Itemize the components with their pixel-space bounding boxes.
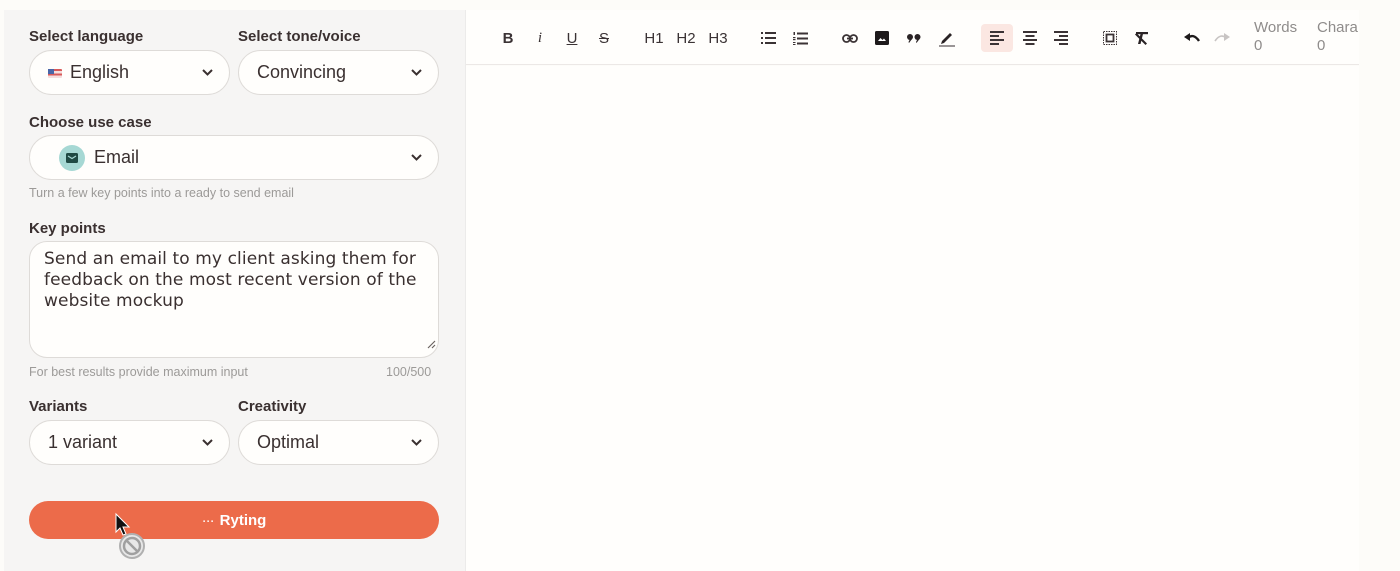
key-points-hint: For best results provide maximum input (29, 365, 248, 379)
not-allowed-cursor-icon (114, 512, 150, 567)
variants-label: Variants (29, 398, 88, 415)
loading-dots-icon: ··· (201, 511, 215, 529)
bullet-list-icon[interactable] (758, 24, 778, 52)
strikethrough-button[interactable]: S (596, 24, 612, 52)
language-value: English (70, 62, 130, 82)
tone-value: Convincing (257, 62, 347, 82)
use-case-hint: Turn a few key points into a ready to se… (29, 186, 294, 200)
quote-icon[interactable] (904, 24, 924, 52)
sidebar: Select language English Select tone/voic… (4, 10, 466, 571)
use-case-select[interactable]: Email (29, 135, 439, 180)
key-points-value: Send an email to my client asking them f… (44, 249, 417, 311)
use-case-value: Email (94, 147, 140, 167)
app: Select language English Select tone/voic… (0, 0, 1400, 571)
resize-handle-icon[interactable] (426, 334, 436, 355)
variants-select[interactable]: 1 variant (29, 420, 230, 465)
generate-button-label: Ryting (219, 511, 267, 529)
undo-icon[interactable] (1182, 24, 1202, 52)
heading3-button[interactable]: H3 (706, 24, 730, 52)
characters-count: 0 (1317, 37, 1326, 54)
chevron-down-icon (410, 67, 422, 79)
editor-toolbar: B i U S H1 H2 H3 Words 0 Chara 0 (466, 10, 1359, 65)
italic-button[interactable]: i (534, 24, 546, 52)
redo-icon[interactable] (1212, 24, 1232, 52)
use-case-label: Choose use case (29, 114, 152, 131)
link-icon[interactable] (840, 24, 860, 52)
language-value-wrap: English (48, 62, 201, 83)
chevron-down-icon (201, 67, 213, 79)
language-label: Select language (29, 28, 144, 45)
align-center-button[interactable] (1020, 24, 1040, 52)
chevron-down-icon (201, 437, 213, 449)
highlight-pen-icon[interactable] (936, 24, 958, 52)
editor-content-area[interactable] (466, 66, 1359, 571)
us-flag-icon (48, 68, 62, 78)
variants-value: 1 variant (48, 432, 118, 452)
align-right-button[interactable] (1051, 24, 1071, 52)
language-select[interactable]: English (29, 50, 230, 95)
characters-counter: Chara 0 (1317, 19, 1359, 55)
bold-button[interactable]: B (500, 24, 516, 52)
tone-select[interactable]: Convincing (238, 50, 439, 95)
numbered-list-icon[interactable] (790, 24, 810, 52)
characters-label: Chara (1317, 19, 1358, 36)
chevron-down-icon (410, 437, 422, 449)
chevron-down-icon (410, 152, 422, 164)
words-label: Words (1254, 19, 1298, 36)
image-icon[interactable] (872, 24, 892, 52)
key-points-label: Key points (29, 220, 106, 237)
heading2-button[interactable]: H2 (674, 24, 698, 52)
select-all-icon[interactable] (1100, 24, 1120, 52)
creativity-value: Optimal (257, 432, 320, 452)
words-counter: Words 0 (1254, 19, 1297, 55)
key-points-count: 100/500 (386, 365, 432, 379)
underline-button[interactable]: U (564, 24, 580, 52)
mail-icon (59, 144, 85, 171)
creativity-label: Creativity (238, 398, 307, 415)
heading1-button[interactable]: H1 (642, 24, 666, 52)
generate-button[interactable]: ··· Ryting (29, 501, 439, 539)
tone-label: Select tone/voice (238, 28, 361, 45)
clear-format-icon[interactable] (1131, 24, 1151, 52)
align-left-button[interactable] (981, 24, 1013, 52)
key-points-textarea[interactable]: Send an email to my client asking them f… (29, 241, 439, 358)
words-count: 0 (1254, 37, 1263, 54)
creativity-select[interactable]: Optimal (238, 420, 439, 465)
